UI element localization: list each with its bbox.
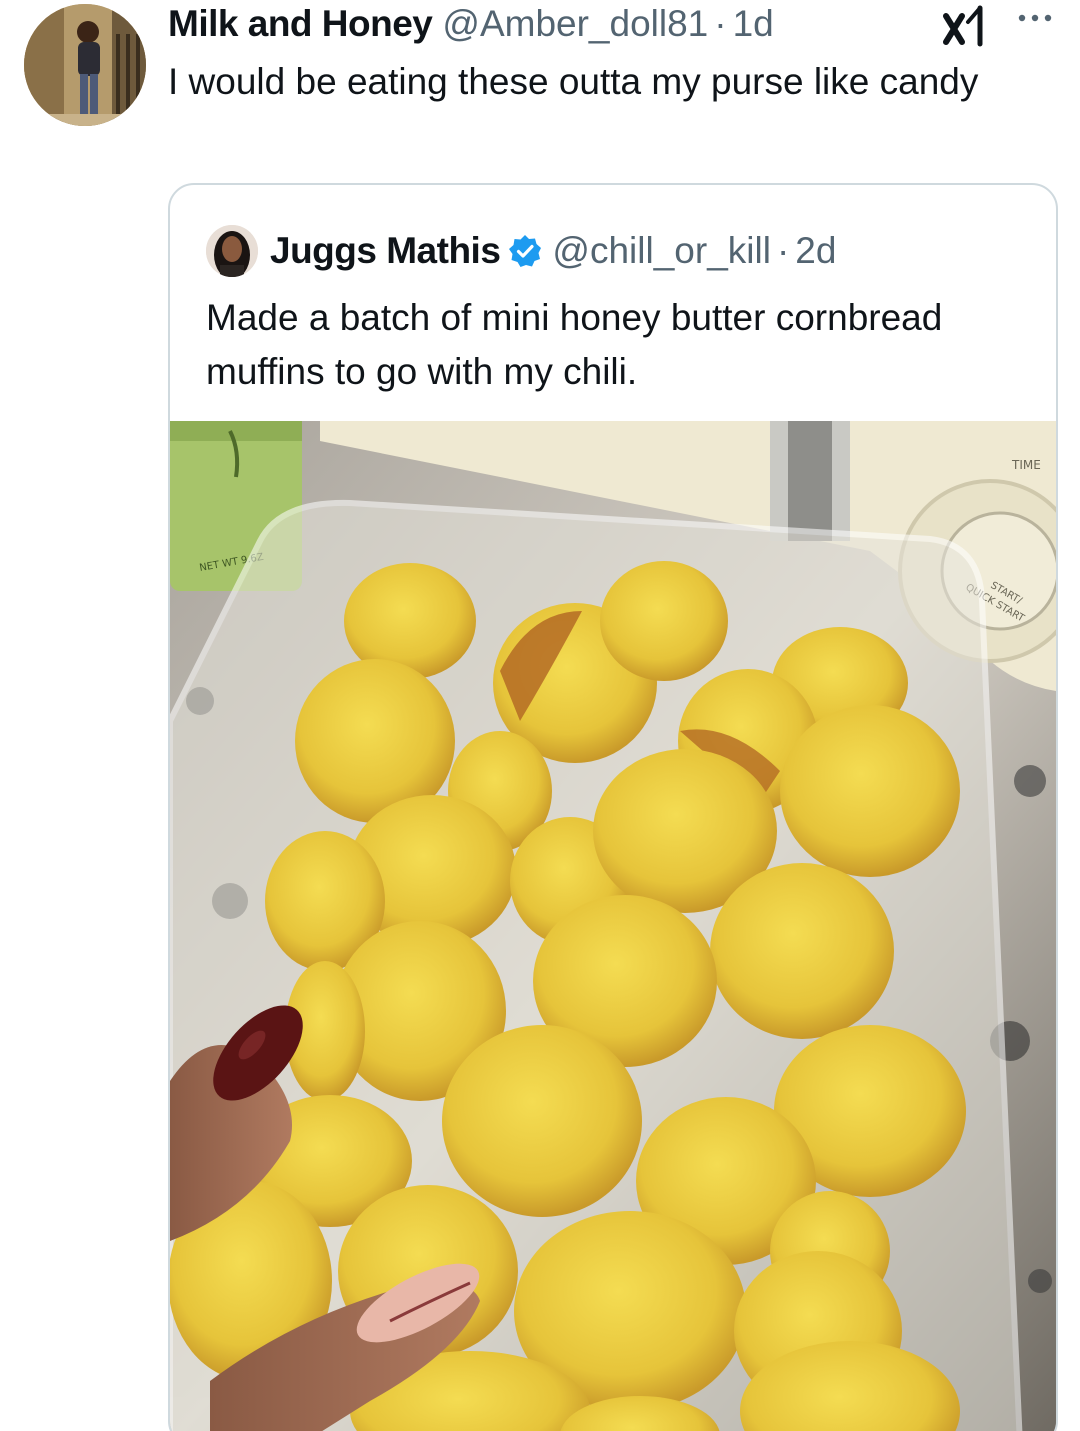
quoted-tweet-body-text: Made a batch of mini honey butter cornbr… <box>206 297 943 392</box>
quoted-tweet-header: Juggs Mathis @chill_or_kill · 2d <box>206 223 836 279</box>
quoted-tweet-card[interactable]: Juggs Mathis @chill_or_kill · 2d Made a … <box>168 183 1058 1431</box>
quoted-tweet-photo[interactable]: NET WT 9.6Z TIME START/ QUICK START <box>170 421 1056 1431</box>
author-handle[interactable]: @Amber_doll81 <box>442 3 708 45</box>
author-display-name[interactable]: Milk and Honey <box>168 3 433 45</box>
verified-badge-icon[interactable] <box>508 234 542 268</box>
tweet-body-text: I would be eating these outta my purse l… <box>168 61 979 102</box>
grok-icon[interactable] <box>940 2 990 48</box>
tweet-author-avatar[interactable] <box>24 4 146 126</box>
tweet-timestamp[interactable]: 1d <box>733 3 774 45</box>
quoted-tweet-timestamp[interactable]: 2d <box>795 230 836 272</box>
quoted-author-avatar[interactable] <box>206 225 258 277</box>
separator-dot: · <box>776 230 790 271</box>
tweet-page: Milk and Honey @Amber_doll81 · 1d I woul… <box>0 0 1080 1431</box>
appliance-time-label: TIME <box>1011 458 1041 472</box>
quoted-author-handle[interactable]: @chill_or_kill <box>552 230 771 272</box>
separator-dot: · <box>714 3 727 44</box>
quoted-author-display-name[interactable]: Juggs Mathis <box>270 230 501 272</box>
tweet-header: Milk and Honey @Amber_doll81 · 1d <box>168 0 774 48</box>
more-dots-icon[interactable] <box>1015 6 1055 30</box>
